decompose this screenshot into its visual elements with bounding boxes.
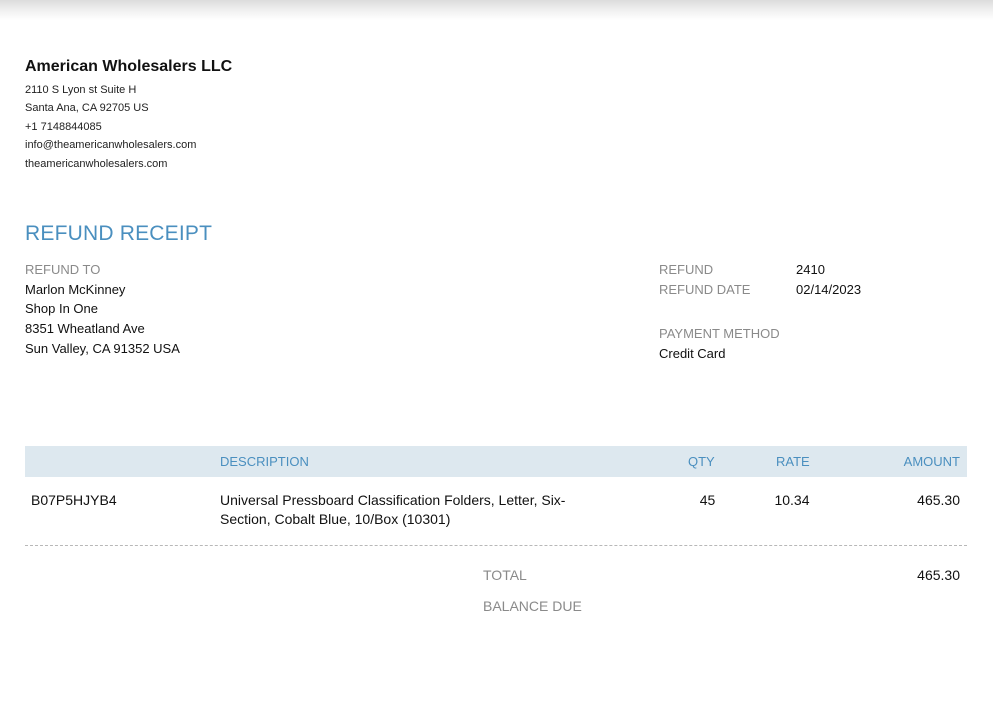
- row-qty: 45: [699, 492, 716, 508]
- refund-number-value: 2410: [796, 262, 825, 277]
- items-table-header: DESCRIPTION QTY RATE AMOUNT: [25, 446, 967, 477]
- payment-method-value: Credit Card: [659, 346, 726, 361]
- row-amount: 465.30: [917, 492, 960, 508]
- company-website: theamericanwholesalers.com: [25, 158, 168, 170]
- row-description-line2: Section, Cobalt Blue, 10/Box (10301): [220, 511, 451, 527]
- company-address-line1: 2110 S Lyon st Suite H: [25, 84, 137, 96]
- refund-date-value: 02/14/2023: [796, 282, 862, 297]
- row-rate: 10.34: [774, 492, 810, 508]
- row-sku: B07P5HJYB4: [31, 492, 117, 508]
- total-label: TOTAL: [483, 567, 527, 583]
- column-header-qty: QTY: [688, 454, 715, 469]
- column-header-description: DESCRIPTION: [220, 454, 309, 469]
- company-name: American Wholesalers LLC: [25, 58, 233, 75]
- refund-number-label: REFUND: [659, 262, 714, 277]
- total-value: 465.30: [917, 567, 960, 583]
- company-email: info@theamericanwholesalers.com: [25, 139, 197, 151]
- balance-due-label: BALANCE DUE: [483, 598, 582, 614]
- document-title: REFUND RECEIPT: [25, 222, 213, 245]
- row-description-line1: Universal Pressboard Classification Fold…: [220, 492, 566, 508]
- table-divider: [25, 545, 967, 546]
- column-header-rate: RATE: [776, 454, 810, 469]
- payment-method-label: PAYMENT METHOD: [659, 326, 780, 341]
- refund-date-label: REFUND DATE: [659, 282, 751, 297]
- refund-to-name: Marlon McKinney: [25, 282, 126, 297]
- refund-to-street: 8351 Wheatland Ave: [25, 321, 145, 336]
- column-header-amount: AMOUNT: [903, 454, 960, 469]
- company-phone: +1 7148844085: [25, 121, 102, 133]
- refund-to-city-state: Sun Valley, CA 91352 USA: [25, 341, 180, 356]
- refund-to-label: REFUND TO: [25, 262, 101, 277]
- page-top-shadow: [0, 0, 993, 20]
- refund-to-company: Shop In One: [25, 301, 98, 316]
- company-address-line2: Santa Ana, CA 92705 US: [25, 102, 149, 114]
